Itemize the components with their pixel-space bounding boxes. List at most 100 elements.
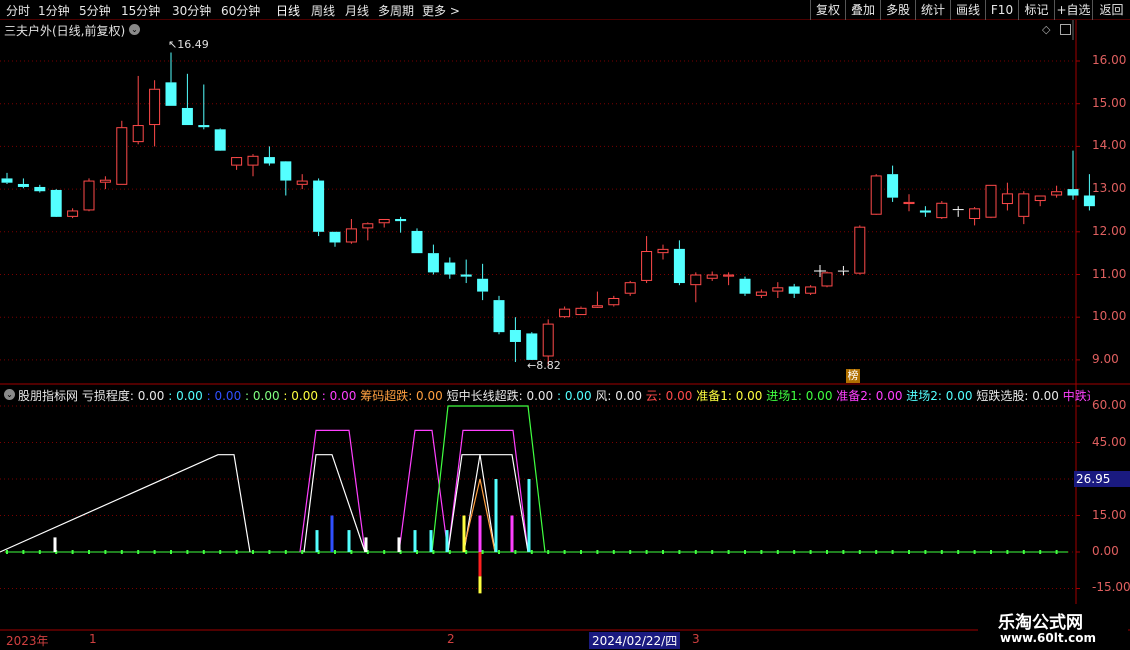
high-price-marker: ↖16.49 — [168, 38, 209, 51]
baseline-dot — [481, 550, 484, 554]
price-tick-label: 13.00 — [1092, 181, 1127, 196]
price-tick-label: 11.00 — [1092, 266, 1127, 281]
legend-item: 进场2: 0.00 — [902, 389, 973, 403]
baseline-dot — [727, 550, 730, 554]
candle-body — [460, 274, 472, 277]
candle-body — [444, 262, 456, 275]
chevron-down-icon[interactable]: ⌄ — [129, 24, 140, 35]
candle-body — [427, 253, 439, 273]
indicator-legend: 股朋指标网 亏损程度: 0.00 : 0.00 : 0.00 : 0.00 : … — [18, 387, 1090, 403]
candle-body — [1, 178, 13, 183]
candle-body — [280, 161, 292, 181]
legend-item: : 0.00 — [553, 389, 592, 403]
baseline-dot — [842, 550, 845, 554]
baseline-dot — [826, 550, 828, 554]
legend-item: 准备2: 0.00 — [832, 389, 903, 403]
candle-body — [854, 226, 866, 274]
signal-bar — [510, 515, 514, 552]
baseline-dot — [924, 550, 927, 554]
baseline-dot — [153, 550, 156, 554]
legend-item: 准备1: 0.00 — [692, 389, 763, 403]
signal-bar — [527, 479, 531, 552]
candle-body — [706, 274, 718, 279]
baseline-dot — [235, 550, 238, 554]
signal-bar — [429, 530, 433, 552]
legend-item: 进场1: 0.00 — [762, 389, 833, 403]
baseline-dot — [350, 550, 353, 554]
candle-body — [313, 180, 325, 232]
candle-body — [411, 230, 423, 254]
candle-body — [181, 107, 193, 126]
legend-item: 短跌选股: 0.00 — [972, 389, 1059, 403]
baseline-dot — [580, 550, 582, 554]
baseline-dot — [596, 550, 599, 554]
baseline-dot — [875, 550, 878, 554]
candle-body — [591, 305, 603, 308]
candle-body — [657, 248, 669, 254]
signal-bar — [315, 530, 319, 552]
baseline-dot — [793, 550, 796, 554]
price-tick-label: 16.00 — [1092, 53, 1127, 67]
candle-body — [378, 218, 390, 224]
signal-bar — [347, 530, 351, 552]
price-tick-label: 9.00 — [1092, 351, 1119, 366]
baseline-dot — [88, 550, 90, 554]
signal-bar — [478, 515, 482, 552]
legend-item: : 0.00 — [279, 389, 318, 403]
signal-trapezoid — [303, 454, 366, 553]
date-month-2: 2 — [447, 632, 455, 646]
candle-body — [263, 157, 275, 164]
date-year: 2023年 — [6, 634, 49, 648]
candle-body — [1051, 191, 1063, 196]
candle-body — [1067, 189, 1079, 196]
legend-item: 云: 0.00 — [641, 389, 693, 403]
candle-body — [673, 248, 685, 284]
baseline-dot — [858, 550, 861, 554]
ranking-badge[interactable]: 榜 — [846, 369, 860, 383]
candle-body — [50, 189, 62, 217]
indicator-tick-label: -15.00 — [1092, 580, 1130, 595]
candle-body — [526, 333, 538, 360]
candle-body — [149, 88, 161, 126]
legend-item: 中跌选股: 0.0 — [1062, 389, 1090, 403]
candle-body — [1034, 195, 1046, 202]
baseline-dot — [809, 550, 812, 554]
legend-item: : 0.00 — [241, 389, 280, 403]
date-month-3: 3 — [692, 632, 700, 646]
candle-body — [969, 208, 981, 219]
candle-body — [1001, 193, 1013, 205]
signal-bar — [413, 530, 417, 552]
candle-body — [362, 223, 374, 229]
diamond-icon[interactable]: ◇ — [1042, 23, 1050, 36]
baseline-dot — [186, 550, 189, 554]
candle-body — [772, 287, 784, 292]
legend-item: : 0.00 — [164, 389, 203, 403]
baseline-dot — [120, 550, 123, 554]
baseline-dot — [252, 550, 254, 554]
baseline-dot — [1039, 550, 1042, 554]
date-month-1: 1 — [89, 632, 97, 646]
signal-bar — [330, 515, 334, 552]
window-icon[interactable] — [1060, 24, 1071, 35]
baseline-dot — [268, 550, 271, 554]
legend-item: 亏损程度: 0.00 — [81, 389, 165, 403]
price-tick-label: 14.00 — [1092, 138, 1127, 153]
candle-body — [870, 175, 882, 215]
baseline-dot — [284, 550, 287, 554]
baseline-dot — [38, 550, 41, 554]
indicator-name: 股朋指标网 — [18, 389, 79, 403]
baseline-dot — [645, 550, 648, 554]
baseline-dot — [514, 550, 517, 554]
candle-body — [34, 186, 46, 192]
indicator-tick-label: 60.00 — [1092, 398, 1127, 413]
baseline-dot — [957, 550, 960, 554]
candle-body — [395, 218, 407, 222]
chevron-down-icon[interactable]: ⌄ — [4, 389, 15, 400]
candle-body — [821, 272, 833, 287]
signal-bar — [53, 537, 57, 552]
baseline-dot — [612, 550, 615, 554]
candle-body — [1083, 195, 1095, 207]
baseline-dot — [170, 550, 172, 554]
candle-body — [132, 125, 144, 143]
legend-item: 筹码超跌: 0.00 — [356, 389, 443, 403]
